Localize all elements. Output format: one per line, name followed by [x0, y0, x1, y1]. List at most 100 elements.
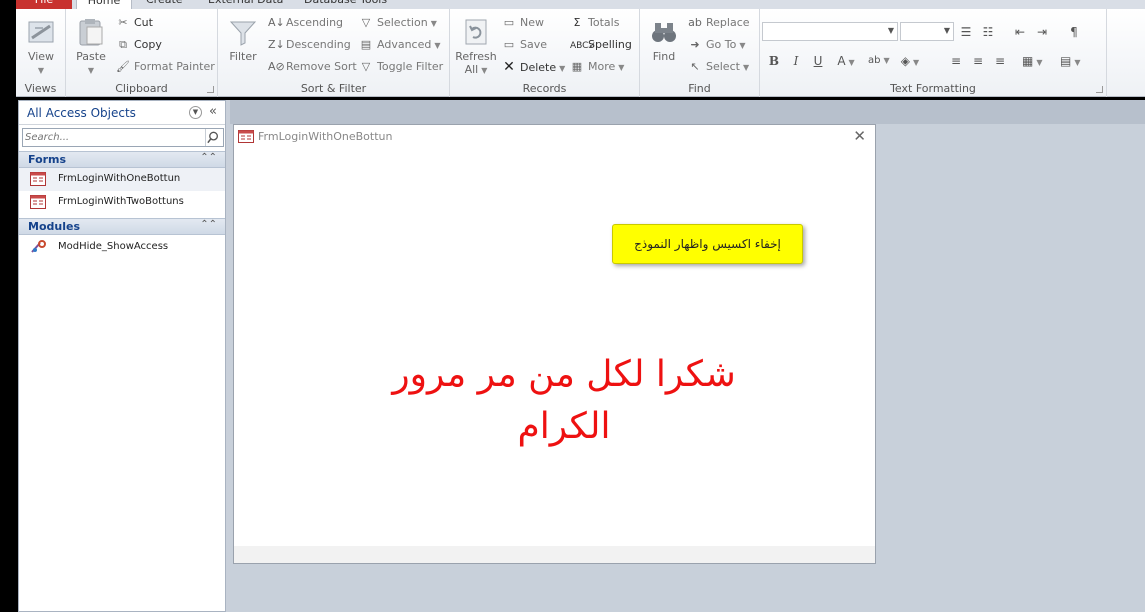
thanks-line-1: شكرا لكل من مر مرور	[392, 354, 736, 395]
copy-button[interactable]: ⧉ Copy	[116, 36, 162, 54]
delete-record-button[interactable]: ✕ Delete ▼	[502, 58, 565, 76]
save-record-button[interactable]: ▭ Save	[502, 36, 547, 54]
font-name-combo[interactable]: ▼	[762, 22, 898, 41]
align-center-icon[interactable]: ≡	[968, 52, 988, 70]
form-icon	[238, 130, 254, 143]
section-label: Forms	[28, 153, 67, 166]
replace-button[interactable]: ab Replace	[688, 14, 749, 32]
copy-label: Copy	[134, 38, 162, 51]
collapse-pane-icon[interactable]: «	[209, 104, 217, 119]
increase-indent-icon[interactable]: ⇥	[1032, 23, 1052, 41]
selection-label: Selection	[377, 16, 428, 29]
selection-button[interactable]: ▽ Selection ▼	[359, 14, 437, 32]
fill-color-icon[interactable]: ◈ ▼	[900, 52, 920, 70]
chevron-down-icon: ▼	[434, 41, 441, 50]
group-label-sort-filter: Sort & Filter	[300, 82, 367, 95]
advanced-filter-icon: ▤	[360, 38, 372, 51]
numbering-icon[interactable]: ☷	[978, 23, 998, 41]
descending-button[interactable]: Z↓Descending	[268, 36, 351, 54]
list-item[interactable]: ModHide_ShowAccess	[19, 236, 225, 259]
remove-sort-label: Remove Sort	[286, 60, 357, 73]
advanced-button[interactable]: ▤ Advanced ▼	[359, 36, 441, 54]
list-item[interactable]: FrmLoginWithOneBottun	[19, 168, 225, 191]
search-input[interactable]	[25, 130, 205, 145]
filter-label: Filter	[229, 50, 257, 63]
underline-button[interactable]: U	[808, 52, 828, 70]
chevron-down-icon: ▼	[481, 66, 488, 75]
section-forms[interactable]: Forms ⌃⌃	[19, 151, 225, 168]
form-icon	[30, 195, 46, 209]
paragraph-direction-icon[interactable]: ¶	[1064, 23, 1084, 41]
font-size-combo[interactable]: ▼	[900, 22, 954, 41]
chevron-up-icon: ⌃⌃	[200, 219, 217, 230]
toggle-filter-label: Toggle Filter	[377, 60, 444, 73]
tab-create[interactable]: Create	[146, 0, 183, 9]
save-icon: ▭	[503, 38, 515, 51]
gridlines-icon[interactable]: ▦ ▼	[1022, 52, 1043, 70]
filter-button[interactable]: Filter	[224, 17, 262, 63]
form-footer	[234, 546, 875, 563]
group-views: View ▼ Views	[16, 9, 66, 97]
bullets-icon[interactable]: ☰	[956, 23, 976, 41]
more-label: More	[588, 60, 616, 73]
tab-home[interactable]: Home	[76, 0, 132, 9]
align-right-icon[interactable]: ≡	[990, 52, 1010, 70]
sigma-icon: Σ	[573, 16, 581, 29]
bold-button[interactable]: B	[764, 52, 784, 70]
spelling-button[interactable]: ABC✓Spelling	[570, 36, 632, 54]
new-record-button[interactable]: ▭ New	[502, 14, 544, 32]
refresh-all-button[interactable]: Refresh All ▼	[454, 17, 498, 77]
text-formatting-launcher[interactable]	[1096, 86, 1103, 93]
tab-file[interactable]: File	[16, 0, 72, 9]
goto-arrow-icon: ➜	[690, 38, 700, 51]
chevron-down-icon: ▼	[430, 19, 437, 28]
toggle-filter-button[interactable]: ▽ Toggle Filter	[359, 58, 443, 76]
search-box	[22, 128, 224, 147]
hide-access-show-form-button[interactable]: إخفاء اكسيس واظهار النموذج	[612, 224, 803, 264]
remove-sort-icon: A⊘	[268, 60, 285, 73]
alternate-row-color-icon[interactable]: ▤ ▼	[1060, 52, 1081, 70]
list-item-label: FrmLoginWithTwoBottuns	[58, 196, 184, 207]
nav-title[interactable]: All Access Objects	[27, 106, 136, 120]
decrease-indent-icon[interactable]: ⇤	[1010, 23, 1030, 41]
descending-label: Descending	[286, 38, 351, 51]
refresh-label-1: Refresh	[455, 50, 497, 63]
ascending-button[interactable]: A↓Ascending	[268, 14, 343, 32]
totals-button[interactable]: Σ Totals	[570, 14, 620, 32]
tab-external-data[interactable]: External Data	[208, 0, 283, 9]
form-window: FrmLoginWithOneBottun ✕ إخفاء اكسيس واظه…	[233, 124, 876, 564]
remove-sort-button[interactable]: A⊘Remove Sort	[268, 58, 357, 76]
view-button[interactable]: View ▼	[22, 17, 60, 77]
cursor-icon: ↖	[690, 60, 700, 73]
thanks-label: شكرا لكل من مر مرور الكرام	[294, 349, 834, 453]
section-modules[interactable]: Modules ⌃⌃	[19, 218, 225, 235]
format-painter-label: Format Painter	[134, 60, 215, 73]
tab-database-tools[interactable]: Database Tools	[304, 0, 387, 9]
chevron-down-icon[interactable]: ▼	[189, 106, 202, 119]
ascending-label: Ascending	[286, 16, 344, 29]
highlight-icon[interactable]: ab ▼	[868, 52, 890, 70]
goto-button[interactable]: ➜ Go To ▼	[688, 36, 745, 54]
select-button[interactable]: ↖ Select ▼	[688, 58, 749, 76]
find-label: Find	[652, 50, 676, 63]
new-label: New	[520, 16, 544, 29]
refresh-label-2: All	[464, 63, 479, 76]
group-clipboard: Paste ▼ ✂ Cut ⧉ Copy 🖌 Format Painter Clipbo…	[66, 9, 218, 97]
paste-button[interactable]: Paste ▼	[74, 17, 108, 77]
clipboard-launcher[interactable]	[207, 86, 214, 93]
chevron-down-icon: ▼	[559, 64, 566, 73]
align-left-icon[interactable]: ≡	[946, 52, 966, 70]
more-button[interactable]: ▦ More ▼	[570, 58, 625, 76]
thanks-line-2: الكرام	[517, 406, 611, 447]
font-color-icon[interactable]: A ▼	[836, 52, 856, 70]
list-item[interactable]: FrmLoginWithTwoBottuns	[19, 191, 225, 214]
format-painter-button[interactable]: 🖌 Format Painter	[116, 58, 215, 76]
cut-button[interactable]: ✂ Cut	[116, 14, 153, 32]
find-button[interactable]: Find	[646, 17, 682, 63]
delete-x-icon: ✕	[503, 59, 515, 75]
italic-button[interactable]: I	[786, 52, 806, 70]
form-icon	[30, 172, 46, 186]
close-icon[interactable]: ✕	[853, 127, 866, 145]
delete-label: Delete	[520, 61, 557, 74]
search-icon[interactable]	[205, 129, 223, 146]
